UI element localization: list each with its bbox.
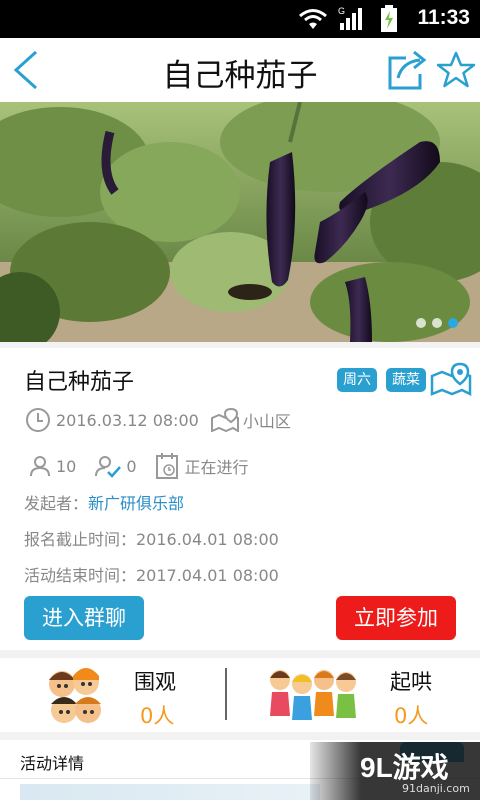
tag-weekday: 周六	[337, 368, 377, 392]
hero-image[interactable]	[0, 102, 480, 342]
event-info-card: 自己种茄子 周六 蔬菜 2016.03.12 08:00 小山区 10 0 正在…	[0, 348, 480, 650]
status-bar: G 11:33	[0, 0, 480, 38]
organizer-link[interactable]: 新广研俱乐部	[88, 490, 184, 514]
calendar-clock-icon	[155, 453, 178, 479]
wifi-icon	[299, 9, 327, 29]
end-time: 活动结束时间：2017.04.01 08:00	[24, 566, 279, 585]
location-icon	[210, 408, 239, 432]
battery-icon	[381, 5, 397, 32]
carousel-dot[interactable]	[432, 318, 442, 328]
status-clock: 11:33	[417, 6, 470, 29]
participant-count: 10	[56, 456, 77, 476]
watermark-url: 91danji.com	[402, 782, 470, 795]
stats-divider	[225, 668, 227, 720]
onlookers-illustration	[49, 668, 101, 723]
cheering-kids-illustration	[270, 670, 356, 720]
eggplant-photo	[0, 102, 480, 342]
details-header: 活动详情	[20, 754, 85, 773]
watch-count: 0人	[140, 704, 175, 728]
person-check-icon	[95, 456, 122, 478]
checked-in-count: 0	[126, 456, 137, 476]
share-icon[interactable]	[384, 48, 430, 92]
carousel-dot[interactable]	[416, 318, 426, 328]
signal-icon: G	[338, 6, 362, 30]
event-status: 正在进行	[184, 458, 249, 477]
tag-category: 蔬菜	[386, 368, 426, 392]
title-bar: 自己种茄子	[0, 38, 480, 102]
event-location: 小山区	[242, 412, 291, 431]
svg-text:G: G	[338, 6, 345, 16]
event-datetime: 2016.03.12 08:00	[56, 410, 199, 430]
cheer-count: 0人	[394, 704, 429, 728]
cheer-label: 起哄	[390, 670, 432, 694]
watch-label: 围观	[134, 670, 176, 694]
map-icon[interactable]	[430, 362, 472, 396]
participants-row: 10 0 正在进行	[28, 452, 249, 480]
watermark: 9L游戏 91danji.com	[310, 742, 480, 800]
carousel-dot-active[interactable]	[448, 318, 458, 328]
watermark-brand: 9L游戏	[360, 752, 449, 783]
carousel-indicator	[416, 318, 458, 328]
organizer-label: 发起者：	[24, 494, 89, 513]
star-icon[interactable]	[436, 50, 476, 90]
datetime-row: 2016.03.12 08:00 小山区	[24, 406, 291, 434]
event-name: 自己种茄子	[24, 370, 135, 395]
clock-icon	[26, 408, 50, 432]
stats-bar: 围观 0人 起哄 0人	[0, 658, 480, 732]
signup-deadline: 报名截止时间：2016.04.01 08:00	[24, 530, 279, 549]
enter-group-chat-button[interactable]: 进入群聊	[24, 596, 144, 640]
person-icon	[30, 456, 50, 477]
organizer-row: 发起者： 新广研俱乐部	[24, 490, 184, 514]
join-now-button[interactable]: 立即参加	[336, 596, 456, 640]
details-text-preview	[20, 784, 320, 800]
